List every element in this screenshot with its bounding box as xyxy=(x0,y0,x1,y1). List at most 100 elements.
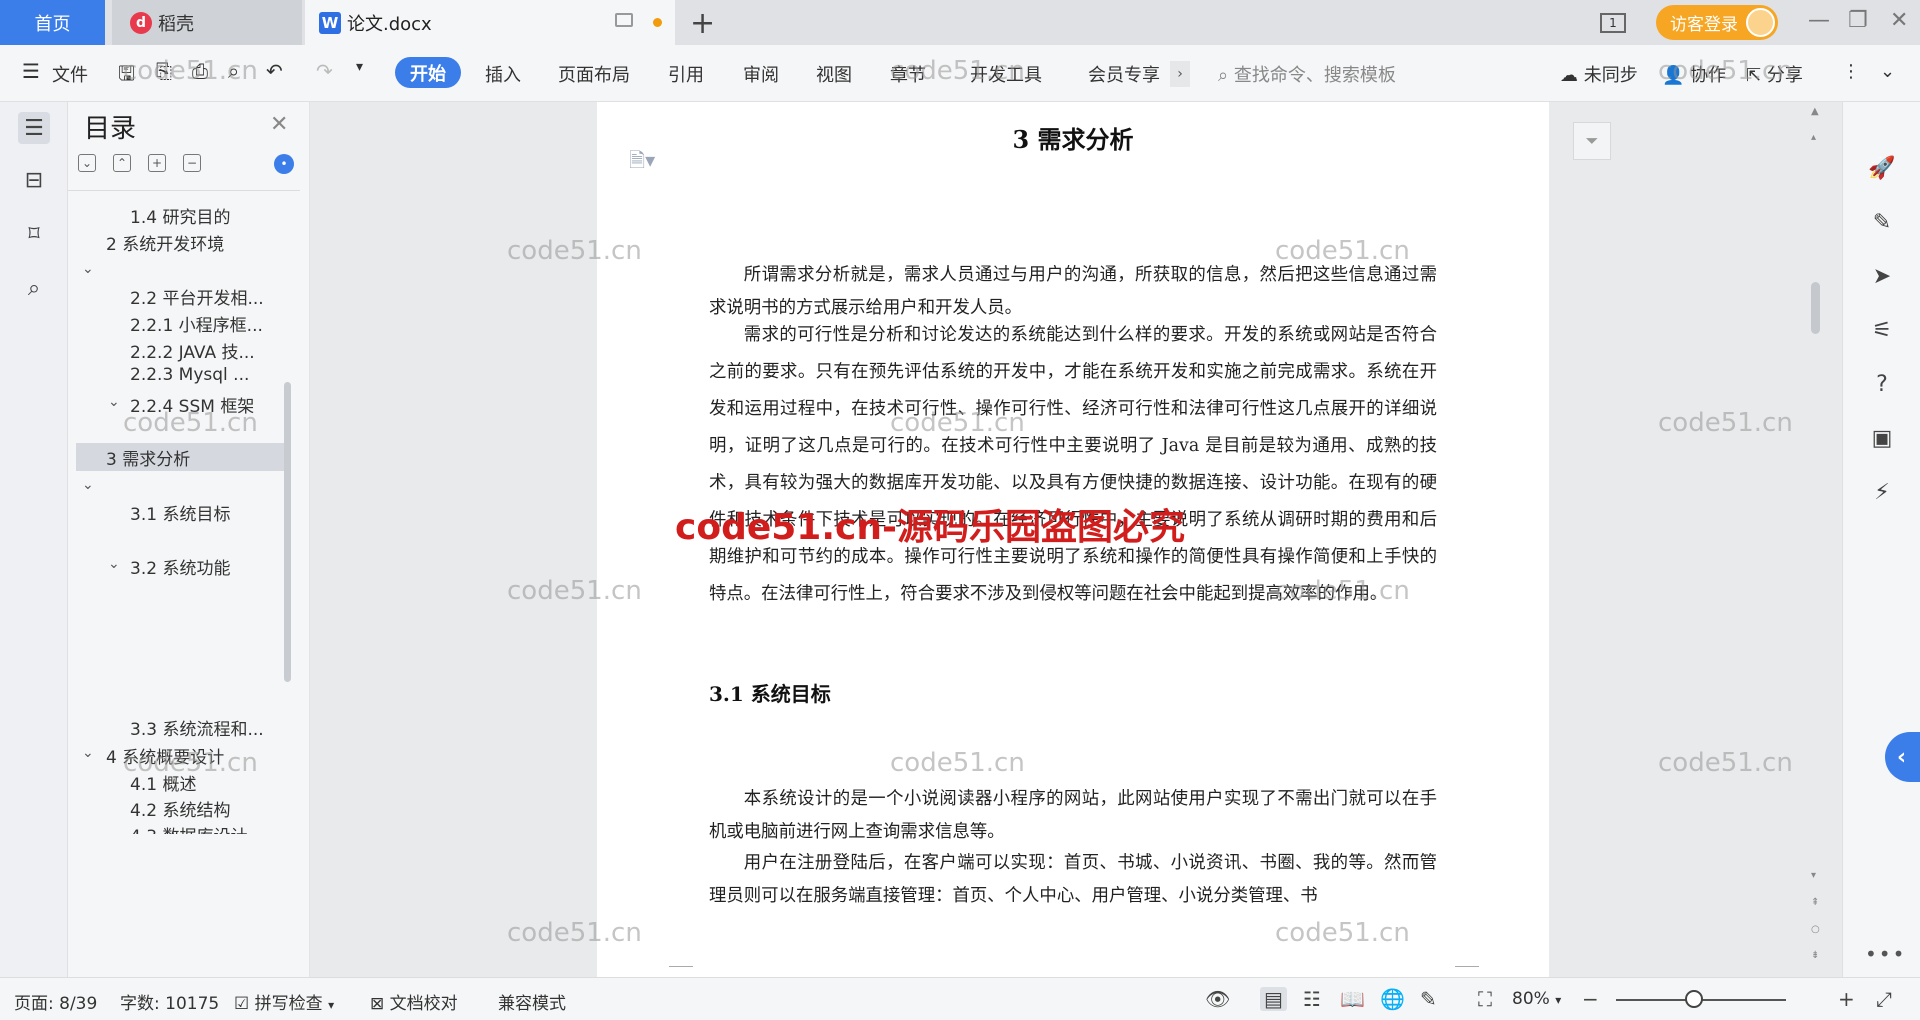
toc-item[interactable]: 3.3 系统流程和... xyxy=(130,715,264,740)
scroll-thumb[interactable] xyxy=(1811,282,1820,334)
toc-item[interactable]: 2.2.1 小程序框... xyxy=(130,311,263,336)
rocket-icon[interactable]: 🚀 xyxy=(1868,154,1896,182)
gallery-icon[interactable]: ▣ xyxy=(1868,424,1896,452)
bookmark-icon[interactable]: ⌑ xyxy=(18,218,50,250)
toc-item[interactable]: 2 系统开发环境 xyxy=(106,230,224,255)
spell-check-button[interactable]: ☑ 拼写检查 ▾ xyxy=(234,989,334,1014)
sliders-icon[interactable]: ⚟ xyxy=(1868,316,1896,344)
scroll-up-icon[interactable]: ▴ xyxy=(1811,132,1816,143)
page-indicator[interactable]: 页面: 8/39 xyxy=(14,989,97,1014)
toc-item[interactable]: 2.2 平台开发相... xyxy=(130,284,264,309)
scroll-down-icon[interactable]: ▾ xyxy=(1811,870,1816,881)
collab-button[interactable]: 👤 协作 xyxy=(1662,61,1726,87)
zoom-slider-handle[interactable] xyxy=(1685,990,1703,1008)
toc-item[interactable]: 2.2.4 SSM 框架 xyxy=(130,392,254,417)
ai-icon[interactable]: ⚡ xyxy=(1868,478,1896,506)
menu-icon[interactable]: ☰ xyxy=(22,59,46,83)
tab-insert[interactable]: 插入 xyxy=(485,61,521,87)
toc-item[interactable]: 3.1 系统目标 xyxy=(130,500,230,525)
monitor-icon[interactable] xyxy=(615,13,633,27)
pen-icon[interactable]: ✎ xyxy=(1868,208,1896,236)
outline-icon[interactable]: ⊟ xyxy=(18,164,50,196)
export-icon[interactable]: ⎘ xyxy=(156,59,180,83)
tab-chapter[interactable]: 章节 xyxy=(890,61,926,87)
find-icon[interactable]: ⌕ xyxy=(18,272,50,304)
toc-item[interactable]: 2.2.2 JAVA 技... xyxy=(130,338,255,363)
prev-page-icon[interactable]: ⇞ xyxy=(1811,897,1819,908)
window-count-button[interactable]: 1 xyxy=(1600,0,1630,45)
document-page[interactable]: 🗎▾ 3 需求分析 所谓需求分析就是，需求人员通过与用户的沟通，所获取的信息，然… xyxy=(597,102,1549,977)
help-icon[interactable]: ? xyxy=(1868,370,1896,398)
tab-start[interactable]: 开始 xyxy=(395,57,461,88)
redo-icon[interactable]: ↷ xyxy=(316,59,340,83)
proofread-button[interactable]: ⊠ 文档校对 xyxy=(370,989,458,1014)
close-icon[interactable]: ✕ xyxy=(270,112,288,137)
toc-icon[interactable]: ☰ xyxy=(18,112,50,144)
toc-item[interactable]: 4.3 数据库设计 xyxy=(130,822,247,834)
more-tools-icon[interactable]: ••• xyxy=(1865,942,1906,966)
eye-icon[interactable]: 👁 xyxy=(1205,987,1230,1011)
toc-item[interactable]: 4.2 系统结构 xyxy=(130,796,230,821)
outline-view-icon[interactable]: ☷ xyxy=(1303,987,1321,1011)
fit-page-icon[interactable]: ⛶ xyxy=(1478,987,1492,1011)
toc-item[interactable]: 3.2 系统功能 xyxy=(130,554,230,579)
tab-home[interactable]: 首页 xyxy=(0,0,105,45)
tab-layout[interactable]: 页面布局 xyxy=(558,61,630,87)
tab-member[interactable]: 会员专享 xyxy=(1088,61,1160,87)
collapse-ribbon-icon[interactable]: ⌄ xyxy=(1880,61,1895,82)
tab-view[interactable]: 视图 xyxy=(816,61,852,87)
zoom-level[interactable]: 80% ▾ xyxy=(1512,989,1561,1009)
toc-item[interactable]: 4 系统概要设计 xyxy=(106,743,224,768)
zoom-out-icon[interactable]: − xyxy=(1582,987,1599,1011)
next-page-icon[interactable]: ⇟ xyxy=(1811,950,1819,961)
filter-icon[interactable]: ⏷ xyxy=(1573,122,1611,160)
share-button[interactable]: ⇱ 分享 xyxy=(1746,61,1803,87)
chevron-down-icon[interactable]: ⌄ xyxy=(108,556,120,572)
quick-access-dropdown-icon[interactable]: ▾ xyxy=(356,59,380,83)
minimize-button[interactable]: — xyxy=(1808,8,1830,33)
more-options-icon[interactable]: ⋮ xyxy=(1842,61,1860,82)
chevron-down-icon[interactable]: ⌄ xyxy=(108,394,120,410)
document-scrollbar[interactable]: ▲ ▴ ▾ ⇞ ○ ⇟ xyxy=(1808,102,1824,977)
cursor-icon[interactable]: ➤ xyxy=(1868,262,1896,290)
collapse-panel-button[interactable]: ‹ xyxy=(1885,732,1920,782)
toc-item[interactable]: 4.1 概述 xyxy=(130,770,196,795)
print-preview-icon[interactable]: ⌕ xyxy=(228,59,252,83)
remove-heading-icon[interactable]: − xyxy=(183,154,201,172)
print-icon[interactable]: ⎙ xyxy=(192,59,216,83)
sync-status[interactable]: ☁ 未同步 xyxy=(1560,61,1638,87)
new-tab-button[interactable]: + xyxy=(690,6,715,41)
page-view-icon[interactable]: ▤ xyxy=(1260,987,1287,1011)
expand-all-icon[interactable]: ⌄ xyxy=(78,154,96,172)
visitor-login-button[interactable]: 访客登录 xyxy=(1656,5,1778,40)
chevron-down-icon[interactable]: ⌄ xyxy=(82,477,94,493)
page-select-icon[interactable]: ○ xyxy=(1811,924,1820,935)
restore-button[interactable]: ❐ xyxy=(1848,8,1868,33)
web-view-icon[interactable]: 🌐 xyxy=(1380,987,1405,1011)
toc-item[interactable]: 1.4 研究目的 xyxy=(130,203,230,228)
read-view-icon[interactable]: 📖 xyxy=(1340,987,1365,1011)
ribbon-more-button[interactable]: › xyxy=(1170,61,1190,87)
tab-reference[interactable]: 引用 xyxy=(668,61,704,87)
command-search[interactable]: ⌕ 查找命令、搜索模板 xyxy=(1218,61,1396,87)
file-menu[interactable]: 文件 xyxy=(52,61,88,87)
tab-review[interactable]: 审阅 xyxy=(743,61,779,87)
undo-icon[interactable]: ↶ xyxy=(266,59,290,83)
save-icon[interactable]: 🖫 xyxy=(118,59,142,85)
scroll-top-icon[interactable]: ▲ xyxy=(1811,106,1819,117)
fullscreen-icon[interactable]: ⤢ xyxy=(1876,987,1892,1011)
chevron-down-icon[interactable]: ⌄ xyxy=(82,261,94,277)
collapse-all-icon[interactable]: ⌃ xyxy=(113,154,131,172)
chevron-down-icon[interactable]: ⌄ xyxy=(82,745,94,761)
add-heading-icon[interactable]: + xyxy=(148,154,166,172)
tab-document[interactable]: W 论文.docx xyxy=(305,0,675,45)
tab-devtools[interactable]: 开发工具 xyxy=(970,61,1042,87)
toc-scrollbar[interactable] xyxy=(284,382,291,682)
zoom-in-icon[interactable]: + xyxy=(1838,987,1855,1011)
toc-item-selected[interactable]: 3 需求分析 xyxy=(76,443,284,471)
tab-daoke[interactable]: d 稻壳 xyxy=(112,0,302,45)
toc-item[interactable]: 2.2.3 Mysql ... xyxy=(130,365,249,385)
write-view-icon[interactable]: ✎ xyxy=(1420,987,1437,1011)
close-window-button[interactable]: ✕ xyxy=(1890,8,1908,33)
word-count[interactable]: 字数: 10175 xyxy=(120,989,219,1014)
